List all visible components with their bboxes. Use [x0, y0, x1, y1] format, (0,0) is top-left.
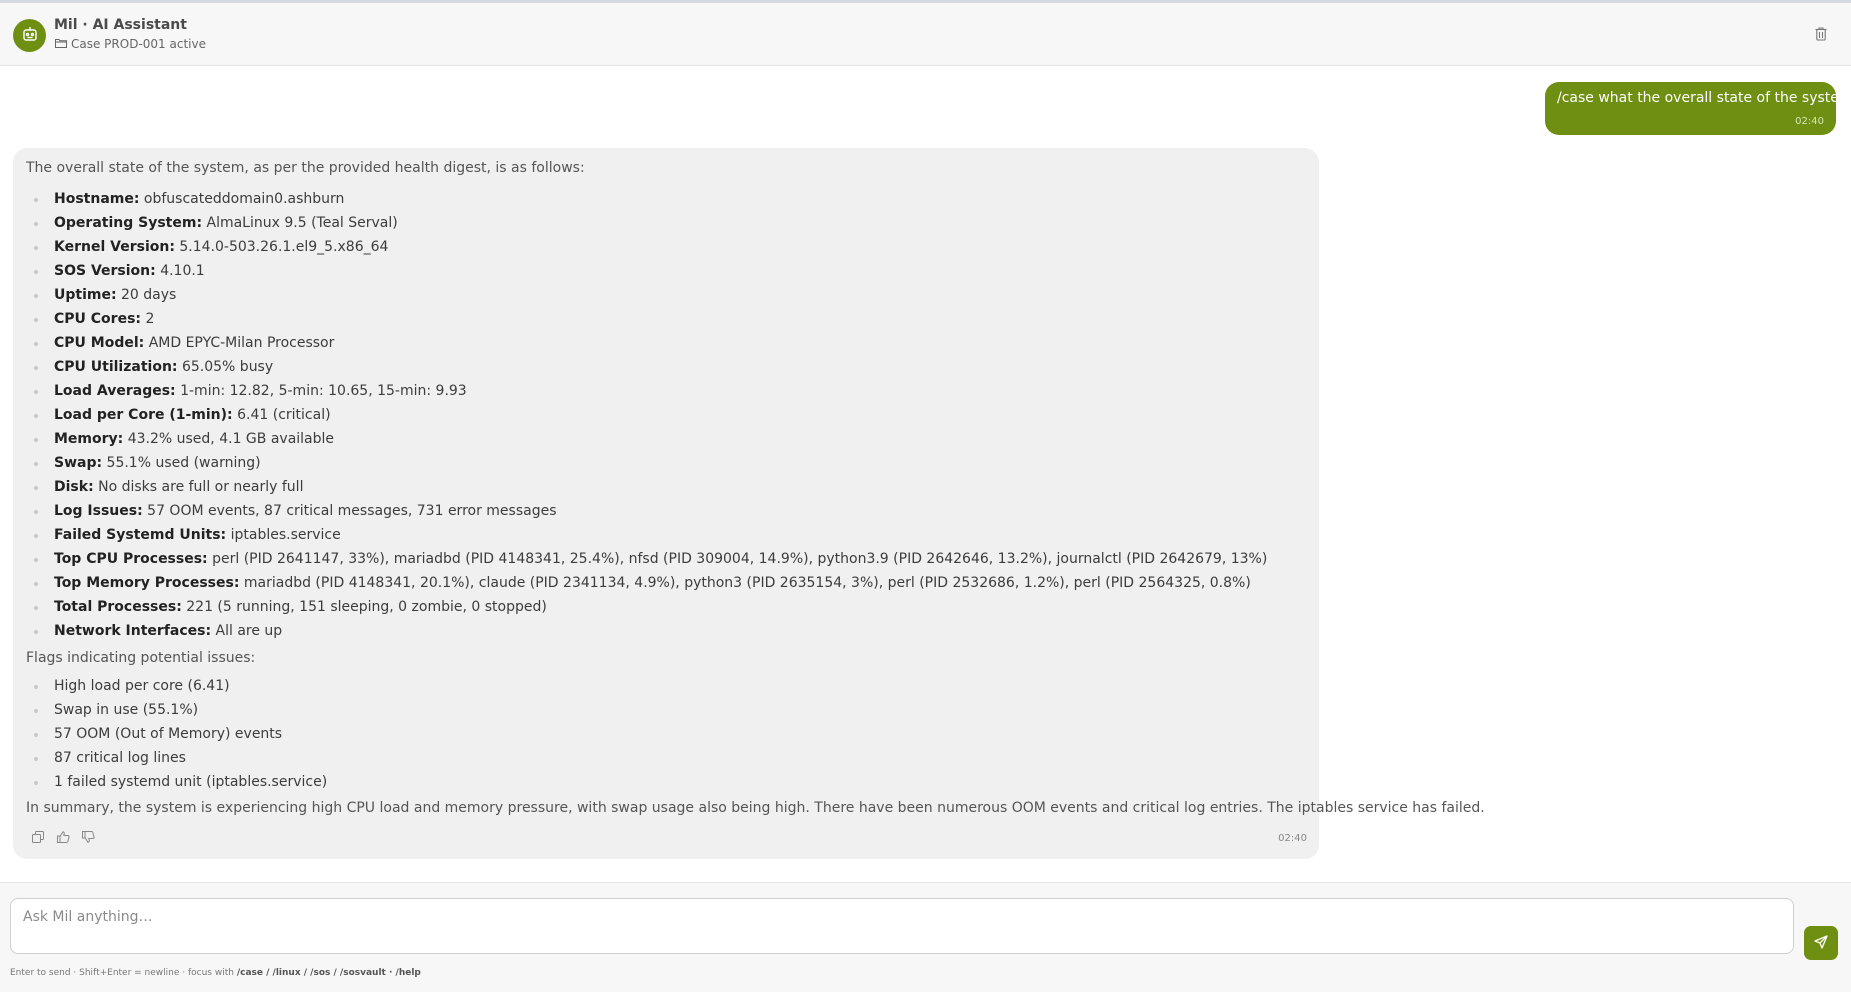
hint-commands: /case / /linux / /sos / /sosvault · /hel… [236, 968, 421, 978]
list-item: SOS Version: 4.10.1 [26, 259, 1267, 283]
user-message-time: 02:40 [1795, 116, 1824, 127]
clear-chat-button[interactable] [1811, 25, 1831, 45]
thumbs-down-icon [81, 828, 95, 847]
list-item: Memory: 43.2% used, 4.1 GB available [26, 427, 1267, 451]
system-facts-list: Hostname: obfuscateddomain0.ashburn Oper… [26, 187, 1267, 643]
flags-heading: Flags indicating potential issues: [26, 650, 256, 666]
list-item: Network Interfaces: All are up [26, 619, 1267, 643]
list-item: Load per Core (1-min): 6.41 (critical) [26, 403, 1267, 427]
list-item: Swap in use (55.1%) [26, 698, 327, 722]
list-item: Failed Systemd Units: iptables.service [26, 523, 1267, 547]
trash-icon [1815, 26, 1827, 45]
list-item: Top Memory Processes: mariadbd (PID 4148… [26, 571, 1267, 595]
list-item: Swap: 55.1% used (warning) [26, 451, 1267, 475]
list-item: Total Processes: 221 (5 running, 151 sle… [26, 595, 1267, 619]
thumbs-up-button[interactable] [55, 829, 71, 845]
list-item: 87 critical log lines [26, 746, 327, 770]
send-icon [1814, 934, 1828, 953]
user-message-text: /case what the overall state of the syst… [1557, 90, 1851, 106]
list-item: Disk: No disks are full or nearly full [26, 475, 1267, 499]
chat-header: Mil · AI Assistant Case PROD-001 active [0, 3, 1851, 66]
app-title: Mil · AI Assistant [54, 17, 187, 33]
list-item: Kernel Version: 5.14.0-503.26.1.el9_5.x8… [26, 235, 1267, 259]
assistant-message-time: 02:40 [1278, 833, 1307, 844]
list-item: Load Averages: 1-min: 12.82, 5-min: 10.6… [26, 379, 1267, 403]
copy-icon [32, 828, 44, 847]
thumbs-down-button[interactable] [80, 829, 96, 845]
flags-list: High load per core (6.41) Swap in use (5… [26, 674, 327, 794]
folder-icon [55, 37, 67, 51]
list-item: High load per core (6.41) [26, 674, 327, 698]
case-status: Case PROD-001 active [55, 37, 206, 51]
list-item: Hostname: obfuscateddomain0.ashburn [26, 187, 1267, 211]
message-actions [30, 829, 96, 845]
list-item: CPU Model: AMD EPYC-Milan Processor [26, 331, 1267, 355]
send-button[interactable] [1804, 926, 1838, 960]
list-item: CPU Utilization: 65.05% busy [26, 355, 1267, 379]
message-input[interactable] [10, 898, 1794, 954]
robot-icon [21, 25, 39, 47]
case-status-text: Case PROD-001 active [71, 37, 206, 51]
list-item: 1 failed systemd unit (iptables.service) [26, 770, 327, 794]
list-item: CPU Cores: 2 [26, 307, 1267, 331]
user-message-bubble: /case what the overall state of the syst… [1545, 82, 1851, 135]
list-item: Operating System: AlmaLinux 9.5 (Teal Se… [26, 211, 1267, 235]
list-item: Top CPU Processes: perl (PID 2641147, 33… [26, 547, 1267, 571]
list-item: 57 OOM (Out of Memory) events [26, 722, 327, 746]
assistant-intro: The overall state of the system, as per … [26, 160, 585, 176]
thumbs-up-icon [56, 828, 70, 847]
assistant-avatar [13, 19, 46, 52]
assistant-summary: In summary, the system is experiencing h… [26, 800, 1485, 816]
copy-button[interactable] [30, 829, 46, 845]
composer-area: Enter to send · Shift+Enter = newline · … [0, 882, 1851, 992]
assistant-message-bubble: The overall state of the system, as per … [13, 148, 1485, 859]
list-item: Uptime: 20 days [26, 283, 1267, 307]
list-item: Log Issues: 57 OOM events, 87 critical m… [26, 499, 1267, 523]
composer-hint: Enter to send · Shift+Enter = newline · … [10, 968, 421, 978]
hint-text: Enter to send · Shift+Enter = newline · … [10, 968, 234, 978]
